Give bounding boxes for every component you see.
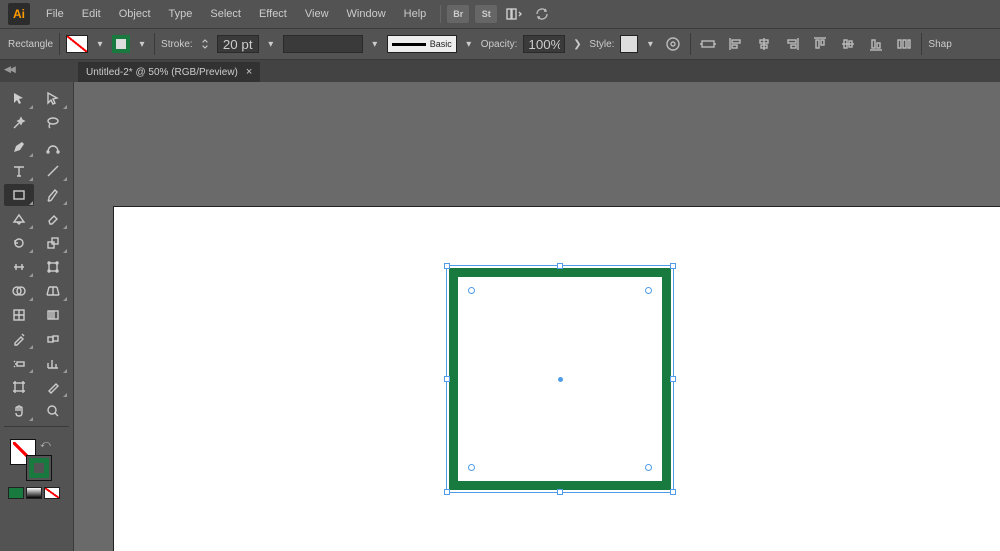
close-tab-icon[interactable]: × [246, 66, 252, 78]
menu-bar: Ai File Edit Object Type Select Effect V… [0, 0, 1000, 28]
fill-dropdown[interactable]: ▾ [94, 35, 106, 53]
artboard-tool[interactable] [4, 376, 34, 398]
width-tool[interactable] [4, 256, 34, 278]
corner-widget-tl[interactable] [468, 287, 475, 294]
corner-widget-bl[interactable] [468, 464, 475, 471]
align-hcenter-icon[interactable] [753, 33, 775, 55]
stroke-weight-input[interactable] [217, 35, 259, 53]
align-more-icon[interactable] [893, 33, 915, 55]
main-area: ⤺ [0, 82, 1000, 551]
gradient-mode-swatch[interactable] [26, 487, 42, 499]
document-tab-bar: Untitled-2* @ 50% (RGB/Preview) × [0, 60, 1000, 82]
eyedropper-tool[interactable] [4, 328, 34, 350]
document-tab[interactable]: Untitled-2* @ 50% (RGB/Preview) × [78, 62, 260, 82]
align-left-icon[interactable] [725, 33, 747, 55]
stock-button[interactable]: St [475, 5, 497, 23]
fill-color-swatch[interactable] [66, 35, 88, 53]
sync-settings-icon[interactable] [531, 3, 553, 25]
workspace-switcher[interactable] [499, 5, 529, 23]
rectangle-shape[interactable] [449, 268, 671, 490]
selection-tool[interactable] [4, 88, 34, 110]
lasso-tool[interactable] [38, 112, 68, 134]
menu-help[interactable]: Help [396, 4, 435, 24]
swap-fill-stroke-icon[interactable]: ⤺ [40, 439, 51, 450]
magic-wand-tool[interactable] [4, 112, 34, 134]
pen-tool[interactable] [4, 136, 34, 158]
menu-edit[interactable]: Edit [74, 4, 109, 24]
opacity-input[interactable] [523, 35, 565, 53]
menu-separator [440, 5, 441, 23]
align-right-icon[interactable] [781, 33, 803, 55]
menu-effect[interactable]: Effect [251, 4, 295, 24]
style-dropdown[interactable]: ▾ [644, 35, 656, 53]
shape-label[interactable]: Shap [928, 39, 951, 50]
eraser-tool[interactable] [38, 208, 68, 230]
gradient-tool[interactable] [38, 304, 68, 326]
type-tool[interactable] [4, 160, 34, 182]
rectangle-tool[interactable] [4, 184, 34, 206]
free-transform-tool[interactable] [38, 256, 68, 278]
align-bottom-icon[interactable] [865, 33, 887, 55]
symbol-sprayer-tool[interactable] [4, 352, 34, 374]
menu-window[interactable]: Window [339, 4, 394, 24]
canvas[interactable] [74, 82, 1000, 551]
recolor-artwork-icon[interactable] [662, 33, 684, 55]
vstroke-dropdown[interactable]: ▾ [369, 35, 381, 53]
menu-file[interactable]: File [38, 4, 72, 24]
vstroke-profile[interactable] [283, 35, 363, 53]
center-point[interactable] [558, 377, 563, 382]
hand-tool[interactable] [4, 400, 34, 422]
selection-type-label: Rectangle [8, 39, 53, 50]
scale-tool[interactable] [38, 232, 68, 254]
stroke-label[interactable]: Stroke: [161, 39, 193, 50]
paintbrush-tool[interactable] [38, 184, 68, 206]
collapse-panels-icon[interactable]: ◀◀ [4, 64, 14, 75]
stroke-color-swatch[interactable] [112, 35, 130, 53]
control-bar: Rectangle ▾ ▾ Stroke: ▾ ▾ Basic ▾ Opacit… [0, 28, 1000, 60]
corner-widget-tr[interactable] [645, 287, 652, 294]
direct-selection-tool[interactable] [38, 88, 68, 110]
stroke-indicator[interactable] [26, 455, 52, 481]
tools-panel: ⤺ [0, 82, 74, 551]
stroke-dropdown[interactable]: ▾ [136, 35, 148, 53]
rotate-tool[interactable] [4, 232, 34, 254]
align-top-icon[interactable] [809, 33, 831, 55]
app-logo[interactable]: Ai [8, 3, 30, 25]
shape-builder-tool[interactable] [4, 280, 34, 302]
zoom-tool[interactable] [38, 400, 68, 422]
menu-object[interactable]: Object [111, 4, 159, 24]
document-tab-title: Untitled-2* @ 50% (RGB/Preview) [86, 67, 238, 78]
graphic-style-swatch[interactable] [620, 35, 638, 53]
menu-view[interactable]: View [297, 4, 337, 24]
mesh-tool[interactable] [4, 304, 34, 326]
curvature-tool[interactable] [38, 136, 68, 158]
menu-select[interactable]: Select [202, 4, 249, 24]
align-vcenter-icon[interactable] [837, 33, 859, 55]
menu-type[interactable]: Type [161, 4, 201, 24]
stroke-weight-stepper[interactable] [199, 35, 211, 53]
blend-tool[interactable] [38, 328, 68, 350]
style-label[interactable]: Style: [589, 39, 614, 50]
perspective-grid-tool[interactable] [38, 280, 68, 302]
brush-definition[interactable]: Basic [387, 35, 457, 53]
bridge-button[interactable]: Br [447, 5, 469, 23]
stroke-weight-dropdown[interactable]: ▾ [265, 35, 277, 53]
slice-tool[interactable] [38, 376, 68, 398]
corner-widget-br[interactable] [645, 464, 652, 471]
column-graph-tool[interactable] [38, 352, 68, 374]
none-mode-swatch[interactable] [44, 487, 60, 499]
opacity-label[interactable]: Opacity: [481, 39, 518, 50]
brush-dropdown[interactable]: ▾ [463, 35, 475, 53]
line-tool[interactable] [38, 160, 68, 182]
color-mode-swatch[interactable] [8, 487, 24, 499]
fill-stroke-indicator[interactable]: ⤺ [4, 439, 69, 483]
opacity-dropdown[interactable]: ❯ [571, 35, 583, 53]
shaper-tool[interactable] [4, 208, 34, 230]
align-to-selection-icon[interactable] [697, 33, 719, 55]
